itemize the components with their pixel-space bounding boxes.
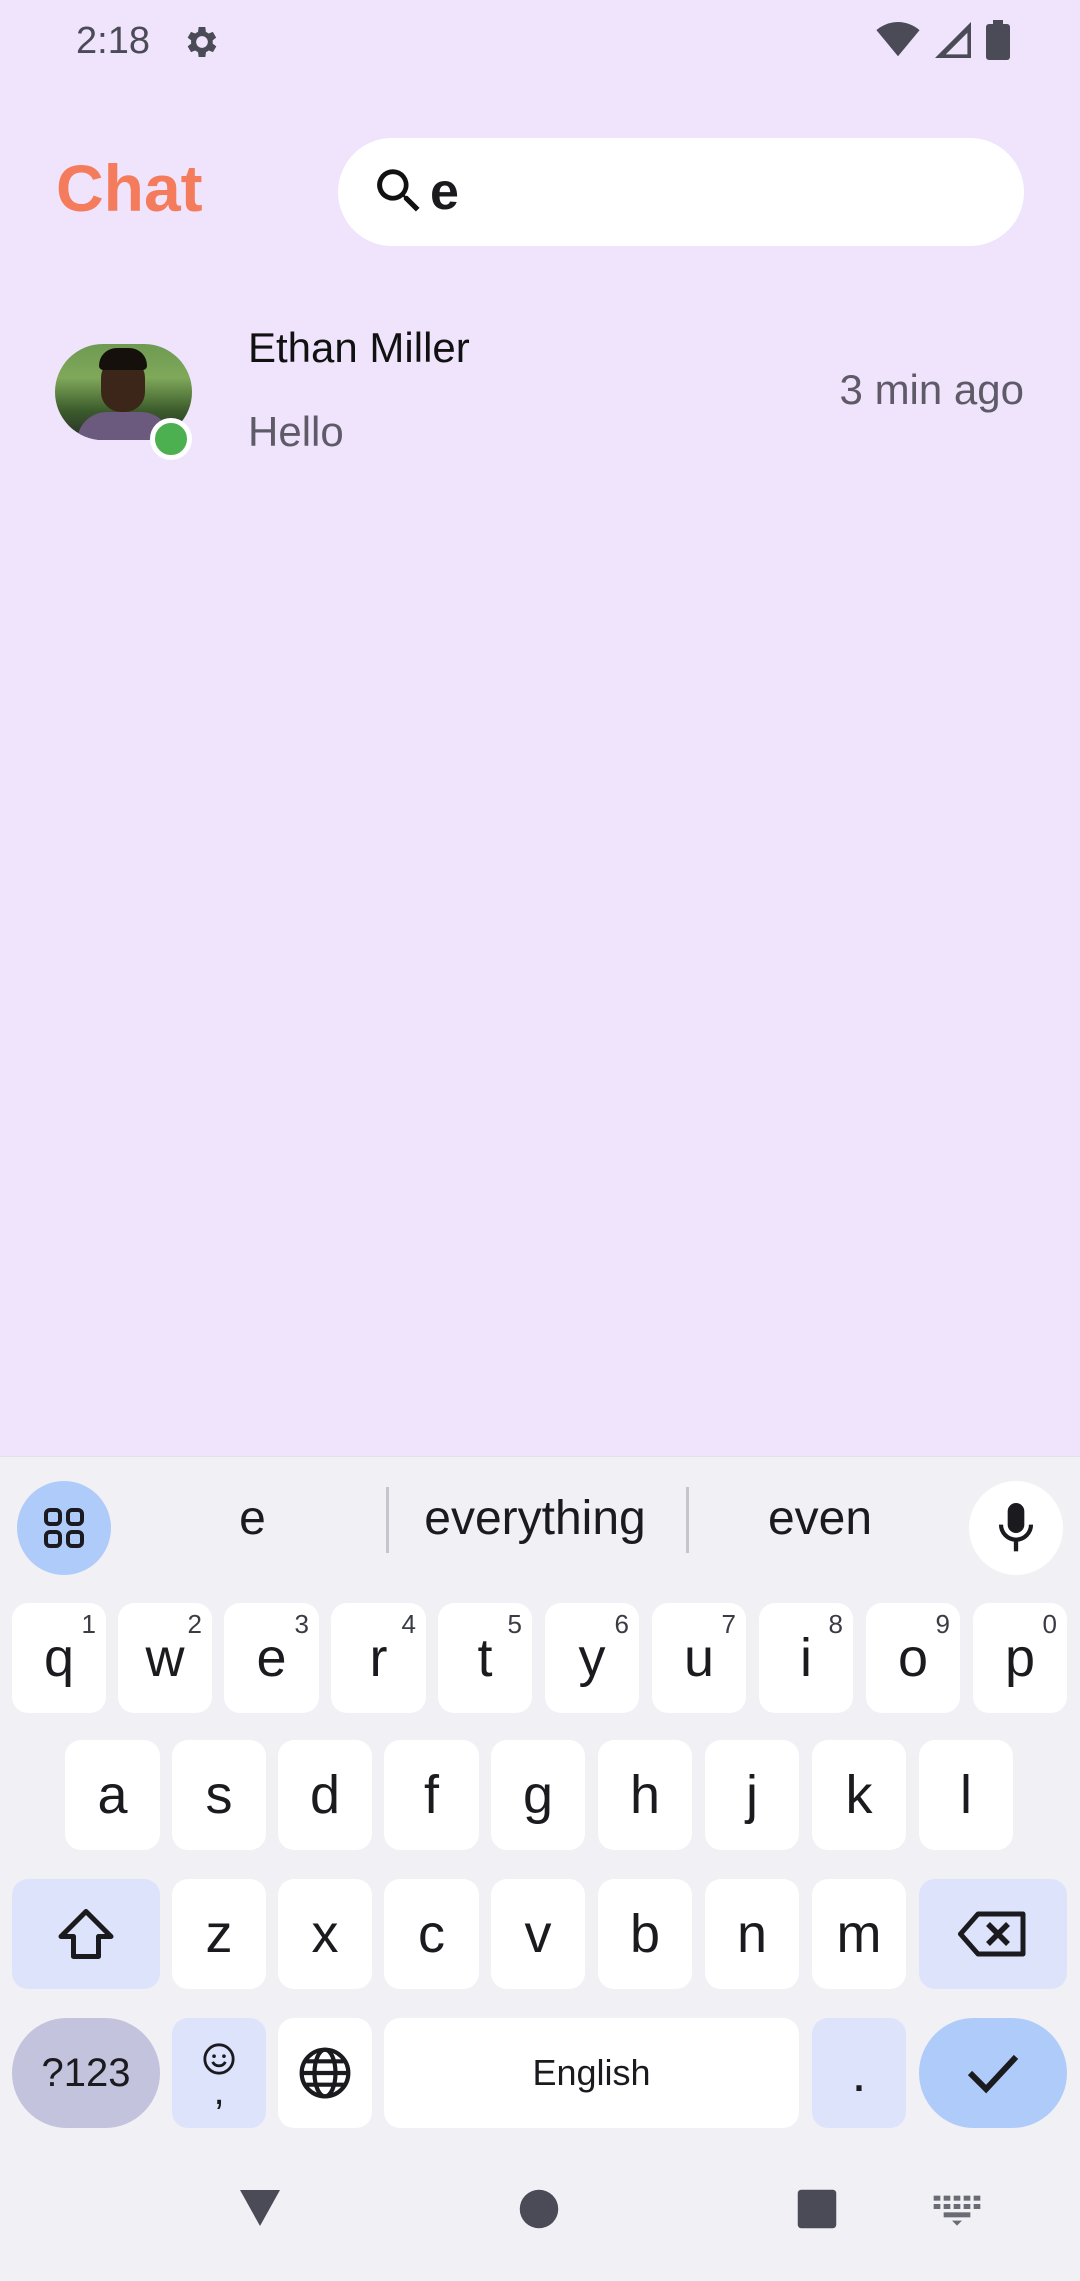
emoji-comma-key[interactable]: , bbox=[172, 2018, 266, 2128]
key-j[interactable]: j bbox=[705, 1740, 799, 1850]
settings-gear-icon bbox=[187, 27, 217, 57]
key-l[interactable]: l bbox=[919, 1740, 1013, 1850]
status-icons bbox=[876, 20, 1010, 60]
key-r[interactable]: r4 bbox=[331, 1603, 426, 1713]
microphone-icon bbox=[998, 1503, 1034, 1552]
shift-key[interactable] bbox=[12, 1879, 160, 1989]
status-bar: 2:18 bbox=[0, 0, 1080, 90]
suggestion-1[interactable]: e bbox=[130, 1491, 375, 1546]
space-key[interactable]: English bbox=[384, 2018, 799, 2128]
grid-icon bbox=[44, 1508, 84, 1548]
key-d[interactable]: d bbox=[278, 1740, 372, 1850]
key-s[interactable]: s bbox=[172, 1740, 266, 1850]
enter-key[interactable] bbox=[919, 2018, 1067, 2128]
keyboard-apps-button[interactable] bbox=[17, 1481, 111, 1575]
home-circle-icon[interactable] bbox=[518, 2188, 560, 2230]
key-g[interactable]: g bbox=[491, 1740, 585, 1850]
shift-arrow-icon bbox=[58, 1909, 114, 1959]
page-title: Chat bbox=[56, 151, 203, 225]
key-b[interactable]: b bbox=[598, 1879, 692, 1989]
key-c[interactable]: c bbox=[384, 1879, 479, 1989]
period-key[interactable]: . bbox=[812, 2018, 906, 2128]
search-icon bbox=[377, 169, 420, 212]
suggestion-divider bbox=[386, 1487, 389, 1553]
message-time: 3 min ago bbox=[839, 366, 1024, 413]
key-v[interactable]: v bbox=[491, 1879, 585, 1989]
key-p[interactable]: p0 bbox=[973, 1603, 1067, 1713]
key-w[interactable]: w2 bbox=[118, 1603, 212, 1713]
globe-icon bbox=[299, 2047, 351, 2099]
suggestion-2[interactable]: everything bbox=[395, 1491, 675, 1546]
key-y[interactable]: y6 bbox=[545, 1603, 639, 1713]
key-z[interactable]: z bbox=[172, 1879, 266, 1989]
key-o[interactable]: o9 bbox=[866, 1603, 960, 1713]
search-box[interactable] bbox=[338, 138, 1024, 246]
key-x[interactable]: x bbox=[278, 1879, 372, 1989]
key-t[interactable]: t5 bbox=[438, 1603, 532, 1713]
key-n[interactable]: n bbox=[705, 1879, 799, 1989]
key-f[interactable]: f bbox=[384, 1740, 479, 1850]
wifi-icon bbox=[876, 22, 920, 57]
key-e[interactable]: e3 bbox=[224, 1603, 319, 1713]
chat-list-item[interactable]: Ethan Miller Hello 3 min ago bbox=[0, 300, 1080, 480]
backspace-icon bbox=[958, 1911, 1026, 1957]
status-time: 2:18 bbox=[76, 20, 150, 62]
battery-icon bbox=[986, 20, 1010, 60]
key-a[interactable]: a bbox=[65, 1740, 160, 1850]
recents-square-icon[interactable] bbox=[796, 2188, 838, 2230]
key-q[interactable]: q1 bbox=[12, 1603, 106, 1713]
key-h[interactable]: h bbox=[598, 1740, 692, 1850]
language-key[interactable] bbox=[278, 2018, 372, 2128]
contact-name: Ethan Miller bbox=[248, 324, 470, 371]
keyboard-switch-icon[interactable] bbox=[932, 2192, 982, 2226]
last-message: Hello bbox=[248, 408, 344, 455]
search-input[interactable] bbox=[430, 138, 990, 246]
cellular-signal-icon bbox=[935, 22, 971, 58]
backspace-key[interactable] bbox=[919, 1879, 1067, 1989]
key-m[interactable]: m bbox=[812, 1879, 906, 1989]
checkmark-icon bbox=[967, 2054, 1019, 2094]
online-status-dot bbox=[150, 418, 192, 460]
symbols-key[interactable]: ?123 bbox=[12, 2018, 160, 2128]
back-triangle-icon[interactable] bbox=[236, 2186, 284, 2230]
key-u[interactable]: u7 bbox=[652, 1603, 746, 1713]
key-i[interactable]: i8 bbox=[759, 1603, 853, 1713]
suggestion-3[interactable]: even bbox=[695, 1491, 945, 1546]
key-k[interactable]: k bbox=[812, 1740, 906, 1850]
voice-input-button[interactable] bbox=[969, 1481, 1063, 1575]
navigation-bar bbox=[0, 2156, 1080, 2280]
suggestion-divider bbox=[686, 1487, 689, 1553]
